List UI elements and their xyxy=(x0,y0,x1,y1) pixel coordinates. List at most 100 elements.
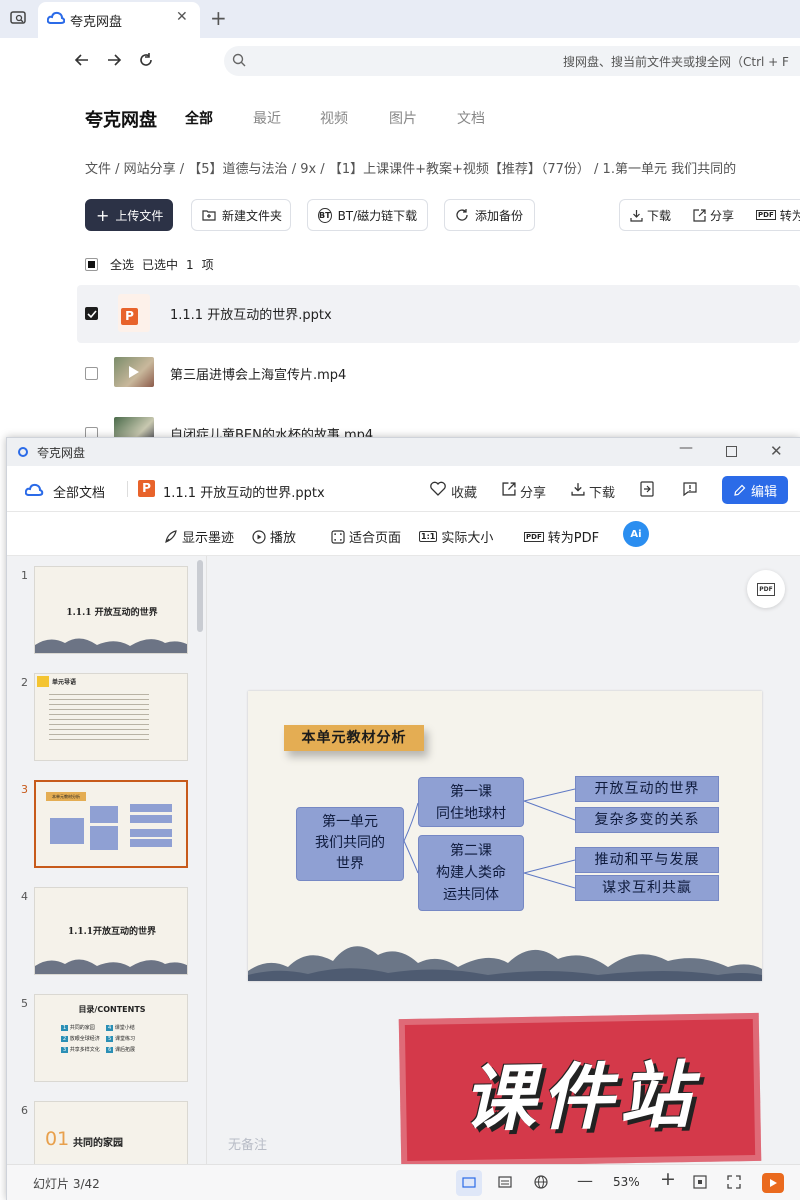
selected-unit: 项 xyxy=(201,258,214,272)
show-ink-label: 显示墨迹 xyxy=(182,531,235,546)
slide-thumbnails-panel: 1 1.1.1 开放互动的世界 2 单元导语 3 本单元教材分析 4 1.1.1… xyxy=(7,556,207,1164)
thumb-title: 1.1.1 开放互动的世界 xyxy=(66,608,158,618)
favorite-button[interactable]: 收藏 xyxy=(451,482,477,501)
convert-pdf-float-button[interactable]: PDF xyxy=(747,570,785,608)
video-thumbnail xyxy=(114,357,154,387)
new-folder-button[interactable]: 新建文件夹 xyxy=(191,199,291,231)
slide-thumbnail-selected[interactable]: 本单元教材分析 xyxy=(34,780,188,868)
zoom-out-icon[interactable]: — xyxy=(577,1171,593,1190)
file-name[interactable]: 第三届进博会上海宣传片.mp4 xyxy=(170,364,346,383)
add-backup-button[interactable]: 添加备份 xyxy=(444,199,535,231)
viewer-download-button[interactable]: 下载 xyxy=(589,482,615,501)
maximize-icon[interactable] xyxy=(726,446,737,457)
upload-button[interactable]: + 上传文件 xyxy=(85,199,173,231)
minimize-icon[interactable]: — xyxy=(679,440,693,456)
thumb-title: 本单元教材分析 xyxy=(46,792,86,801)
viewer-window-title: 夸克网盘 xyxy=(37,446,86,460)
breadcrumb[interactable]: 文件 / 网站分享 / 【5】道德与法治 / 9x / 【1】上课课件+教案+视… xyxy=(85,158,736,177)
edit-label: 编辑 xyxy=(750,484,777,500)
forward-icon[interactable] xyxy=(106,52,122,68)
select-all-label[interactable]: 全选 xyxy=(110,256,134,273)
convert-pdf-button[interactable]: PDF 转为PDF xyxy=(524,527,599,546)
download-icon xyxy=(571,482,585,496)
report-icon[interactable] xyxy=(682,481,698,497)
viewer-share-button[interactable]: 分享 xyxy=(520,482,546,501)
new-tab-icon[interactable]: + xyxy=(210,6,227,30)
slide-thumbnail[interactable]: 1.1.1开放互动的世界 xyxy=(34,887,188,975)
selected-label: 已选中 xyxy=(142,258,179,272)
watermark-text: 课件站 xyxy=(462,1052,698,1141)
open-external-icon[interactable] xyxy=(640,481,654,497)
tab-image[interactable]: 图片 xyxy=(389,108,417,128)
thumbnail-scrollbar[interactable] xyxy=(197,560,203,632)
file-actions-group: 下载 分享 PDF 转为 xyxy=(619,199,800,231)
share-button[interactable]: 分享 xyxy=(710,207,734,224)
address-search-icon xyxy=(232,53,246,67)
thumb-number-selected: 3 xyxy=(21,783,28,796)
document-viewer-window: 夸克网盘 — ✕ 全部文档 P 1.1.1 开放互动的世界.pptx 收藏 分享… xyxy=(6,437,800,1200)
actual-size-button[interactable]: 1:1 实际大小 xyxy=(419,527,493,546)
fit-window-icon[interactable] xyxy=(693,1175,707,1189)
viewer-titlebar: 夸克网盘 — ✕ xyxy=(7,438,800,466)
divider xyxy=(127,481,128,497)
thumb-number: 4 xyxy=(21,890,28,903)
file-row[interactable]: P 1.1.1 开放互动的世界.pptx xyxy=(77,285,800,343)
pdf-icon: PDF xyxy=(757,582,775,596)
bt-download-button[interactable]: BT BT/磁力链下载 xyxy=(307,199,428,231)
share-icon xyxy=(693,208,706,222)
back-icon[interactable] xyxy=(74,52,90,68)
tab-close-icon[interactable]: ✕ xyxy=(176,9,188,25)
slide-thumbnail[interactable]: 目录/CONTENTS 1 共同的家园 4 课堂小结 2 放眼全球经济 5 课堂… xyxy=(34,994,188,1082)
contents-item: 共享多样文化 xyxy=(69,1047,100,1053)
file-checkbox[interactable] xyxy=(85,427,98,437)
slideshow-play-icon[interactable] xyxy=(762,1173,784,1193)
slide-thumbnail[interactable]: 1.1.1 开放互动的世界 xyxy=(34,566,188,654)
actual-size-icon: 1:1 xyxy=(419,531,438,542)
play-icon xyxy=(129,366,139,378)
tab-video[interactable]: 视频 xyxy=(320,108,348,128)
download-button[interactable]: 下载 xyxy=(647,207,671,224)
tab-all[interactable]: 全部 xyxy=(185,108,213,128)
edit-button[interactable]: 编辑 xyxy=(722,476,788,504)
fullscreen-icon[interactable] xyxy=(727,1175,741,1189)
quark-cloud-icon xyxy=(47,10,65,26)
contents-item: 课堂小结 xyxy=(114,1025,135,1031)
thumb-box xyxy=(130,804,172,812)
tab-docs[interactable]: 文档 xyxy=(457,108,485,128)
file-name[interactable]: 自闭症儿童BEN的水杯的故事.mp4 xyxy=(170,424,373,437)
cloud-icon xyxy=(25,482,44,497)
play-button[interactable]: 播放 xyxy=(252,527,296,546)
watermark-stamp: 课件站 xyxy=(398,1012,762,1168)
tab-recent[interactable]: 最近 xyxy=(253,108,281,128)
convert-button[interactable]: 转为 xyxy=(780,207,800,224)
address-placeholder: 搜网盘、搜当前文件夹或搜全网（Ctrl + F xyxy=(563,55,789,69)
slide-thumbnail[interactable]: 单元导语 xyxy=(34,673,188,761)
ai-assistant-icon[interactable]: Ai xyxy=(623,521,649,547)
drive-title: 夸克网盘 xyxy=(85,110,157,131)
file-name[interactable]: 1.1.1 开放互动的世界.pptx xyxy=(170,304,332,323)
thumb-box xyxy=(130,839,172,847)
notes-view-icon[interactable] xyxy=(498,1176,512,1188)
reload-icon[interactable] xyxy=(138,52,154,68)
file-checkbox[interactable] xyxy=(85,367,98,380)
tab-search-icon[interactable] xyxy=(9,9,27,27)
zoom-level: 53% xyxy=(613,1175,640,1189)
slide-thumbnail[interactable]: 01 共同的家园 xyxy=(34,1101,188,1164)
all-documents-link[interactable]: 全部文档 xyxy=(53,482,105,501)
fit-page-button[interactable]: 适合页面 xyxy=(331,527,401,546)
select-all-checkbox[interactable] xyxy=(85,258,98,271)
zoom-in-icon[interactable]: + xyxy=(660,1168,676,1190)
selected-count: 1 xyxy=(186,257,194,272)
bt-icon: BT xyxy=(318,207,332,223)
thumb-text-lines xyxy=(49,690,149,740)
window-close-icon[interactable]: ✕ xyxy=(770,442,783,460)
file-row[interactable]: 第三届进博会上海宣传片.mp4 xyxy=(77,345,800,403)
file-row[interactable]: 自闭症儿童BEN的水杯的故事.mp4 xyxy=(77,405,800,437)
viewer-header: 全部文档 P 1.1.1 开放互动的世界.pptx 收藏 分享 下载 编辑 xyxy=(7,466,800,512)
globe-icon[interactable] xyxy=(534,1175,548,1189)
normal-view-icon[interactable] xyxy=(456,1170,482,1196)
file-checkbox[interactable] xyxy=(85,307,98,320)
plus-icon: + xyxy=(96,205,110,225)
show-ink-button[interactable]: 显示墨迹 xyxy=(164,527,234,546)
video-thumbnail xyxy=(114,417,154,437)
